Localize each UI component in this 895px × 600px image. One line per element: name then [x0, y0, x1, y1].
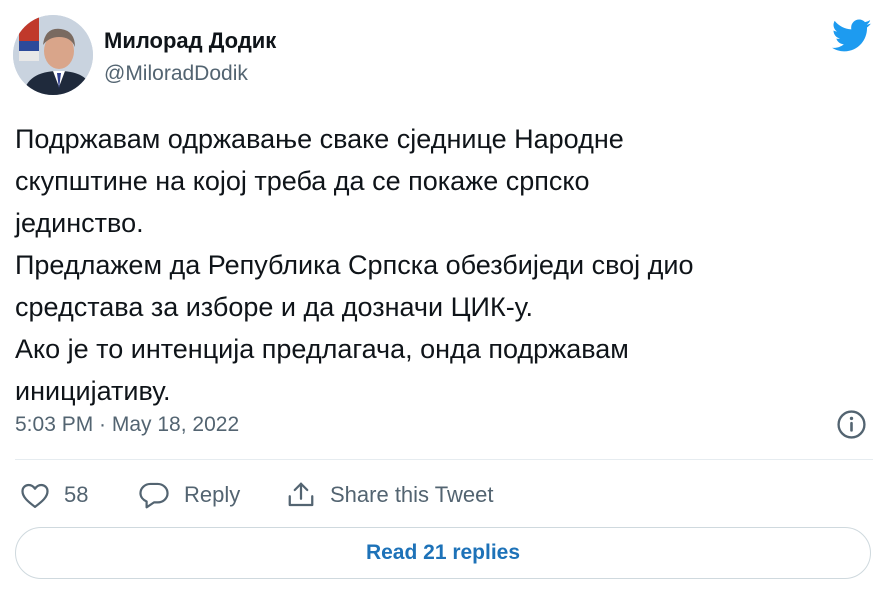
tweet-text: Подржавам одржавање сваке сједнице Народ… [15, 118, 875, 412]
like-count: 58 [64, 482, 89, 507]
tweet-text-line: Ако је то интенција предлагача, онда под… [15, 334, 629, 364]
tweet-text-line: скупштине на којој треба да се покаже ср… [15, 166, 590, 196]
heart-icon [21, 483, 49, 508]
tweet-timestamp[interactable]: 5:03 PM · May 18, 2022 [15, 413, 239, 437]
share-button[interactable]: Share this Tweet [286, 478, 493, 512]
speech-bubble-icon [139, 482, 169, 509]
tweet-text-line: Предлажем да Република Српска обезбиједи… [15, 250, 694, 280]
reply-button[interactable]: Reply [138, 478, 240, 512]
read-replies-button[interactable]: Read 21 replies [15, 527, 871, 579]
tweet-text-line: средстава за изборе и да дозначи ЦИК-у. [15, 292, 533, 322]
like-button[interactable]: 58 [20, 478, 88, 512]
tweet-text-line: јединство. [15, 208, 144, 238]
twitter-bird-icon[interactable] [832, 18, 872, 54]
info-icon[interactable] [836, 409, 867, 440]
reply-label: Reply [184, 482, 241, 507]
share-label: Share this Tweet [330, 482, 494, 507]
tweet-card: Милорад Додик @MiloradDodik Подржавам од… [0, 0, 895, 600]
author-handle[interactable]: @MiloradDodik [104, 62, 248, 86]
divider [15, 459, 873, 460]
share-icon [288, 482, 314, 507]
author-name[interactable]: Милорад Додик [104, 28, 276, 54]
avatar-image [13, 15, 93, 95]
tweet-text-line: иницијативу. [15, 376, 171, 406]
tweet-text-line: Подржавам одржавање сваке сједнице Народ… [15, 124, 624, 154]
avatar[interactable] [13, 15, 93, 95]
